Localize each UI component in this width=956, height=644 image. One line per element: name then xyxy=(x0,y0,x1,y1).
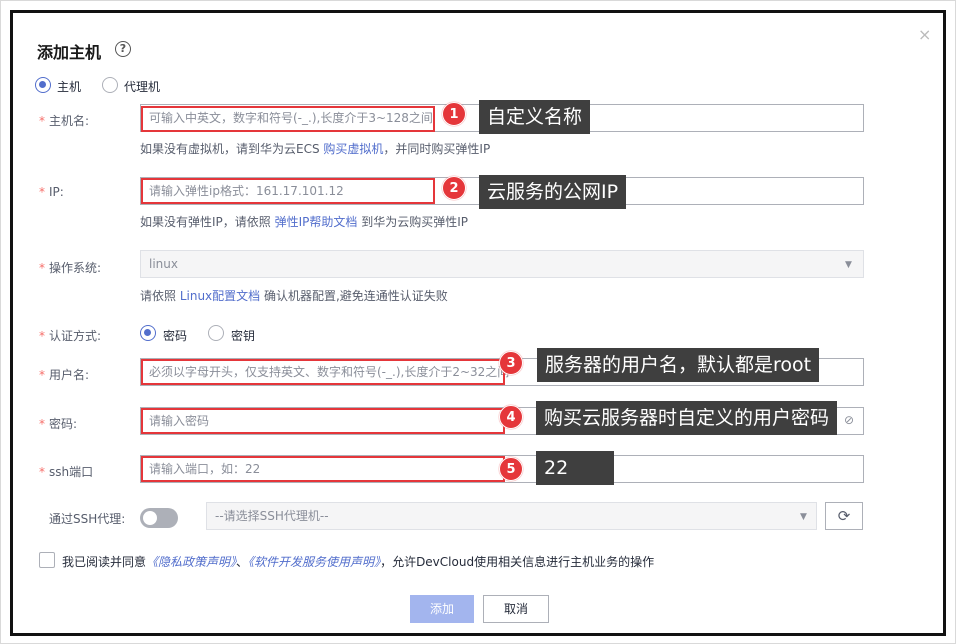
radio-proxy[interactable] xyxy=(102,77,118,93)
question-circle-icon[interactable]: ? xyxy=(115,41,131,57)
required-mark: * xyxy=(39,368,45,382)
ssh-port-label-text: ssh端口 xyxy=(49,465,94,479)
hostname-label: * 主机名: xyxy=(39,112,89,129)
annotation-box-1 xyxy=(141,106,435,132)
os-label: * 操作系统: xyxy=(39,259,101,276)
ip-hint-prefix: 如果没有弹性IP，请依照 xyxy=(140,215,275,229)
hostname-hint-prefix: 如果没有虚拟机，请到华为云ECS xyxy=(140,142,324,156)
os-hint-suffix: 确认机器配置,避免连通性认证失败 xyxy=(260,289,448,303)
ssh-proxy-label: 通过SSH代理: xyxy=(49,512,126,526)
required-mark: * xyxy=(39,185,45,199)
os-select-value: linux xyxy=(149,257,178,271)
radio-proxy-label: 代理机 xyxy=(124,80,161,94)
annotation-box-4 xyxy=(141,408,505,434)
annotation-callout-5: 22 xyxy=(536,451,615,485)
password-label-text: 密码: xyxy=(49,417,78,431)
agreement-text: 我已阅读并同意《隐私政策声明》、《软件开发服务使用声明》，允许DevCloud使… xyxy=(62,553,654,570)
hostname-hint: 如果没有虚拟机，请到华为云ECS 购买虚拟机，并同时购买弹性IP xyxy=(140,140,490,157)
ssh-proxy-toggle[interactable] xyxy=(140,508,178,528)
chevron-down-icon: ▼ xyxy=(800,512,807,522)
annotation-callout-3: 服务器的用户名，默认都是root xyxy=(537,348,820,382)
eye-off-icon[interactable]: ⊘ xyxy=(844,413,854,427)
ssh-proxy-select-placeholder: --请选择SSH代理机-- xyxy=(215,509,329,523)
ip-label: * IP: xyxy=(39,185,64,199)
required-mark: * xyxy=(39,261,45,275)
chevron-down-icon: ▼ xyxy=(845,260,852,270)
ip-hint-suffix: 到华为云购买弹性IP xyxy=(357,215,468,229)
radio-auth-password-label: 密码 xyxy=(163,329,188,343)
ssh-port-label: * ssh端口 xyxy=(39,463,93,480)
annotation-badge-1: 1 xyxy=(442,102,466,126)
agreement-prefix: 我已阅读并同意 xyxy=(62,555,147,569)
hostname-label-text: 主机名: xyxy=(49,114,90,128)
auth-label-text: 认证方式: xyxy=(49,329,102,343)
annotation-badge-3: 3 xyxy=(499,351,523,375)
username-label: * 用户名: xyxy=(39,366,89,383)
privacy-policy-link[interactable]: 《隐私政策声明》 xyxy=(146,555,236,569)
buy-vm-link[interactable]: 购买虚拟机 xyxy=(323,142,383,156)
radio-host-label: 主机 xyxy=(57,80,82,94)
annotation-badge-5: 5 xyxy=(499,457,523,481)
required-mark: * xyxy=(39,329,45,343)
annotation-box-3 xyxy=(141,359,505,385)
ip-label-text: IP: xyxy=(49,185,64,199)
annotation-callout-2: 云服务的公网IP xyxy=(479,175,627,209)
linux-config-link[interactable]: Linux配置文档 xyxy=(180,289,260,303)
os-select: linux xyxy=(140,250,864,278)
os-hint-prefix: 请依照 xyxy=(140,289,180,303)
annotation-badge-2: 2 xyxy=(442,176,466,200)
radio-auth-key-label: 密钥 xyxy=(231,329,256,343)
cancel-button[interactable]: 取消 xyxy=(483,595,549,623)
eip-help-link[interactable]: 弹性IP帮助文档 xyxy=(275,215,358,229)
required-mark: * xyxy=(39,465,45,479)
close-icon[interactable]: × xyxy=(918,25,931,44)
password-label: * 密码: xyxy=(39,415,77,432)
agreement-checkbox[interactable] xyxy=(39,552,55,568)
ip-hint: 如果没有弹性IP，请依照 弹性IP帮助文档 到华为云购买弹性IP xyxy=(140,213,468,230)
dialog-title: 添加主机 xyxy=(37,43,102,62)
username-label-text: 用户名: xyxy=(49,368,90,382)
agreement-suffix: ，允许DevCloud使用相关信息进行主机业务的操作 xyxy=(380,555,655,569)
annotation-callout-4: 购买云服务器时自定义的用户密码 xyxy=(536,401,838,435)
radio-auth-key[interactable] xyxy=(208,325,224,341)
annotation-badge-4: 4 xyxy=(499,405,523,429)
auth-label: * 认证方式: xyxy=(39,327,101,344)
os-hint: 请依照 Linux配置文档 确认机器配置,避免连通性认证失败 xyxy=(140,287,448,304)
required-mark: * xyxy=(39,417,45,431)
add-host-dialog: 添加主机 ? × 主机 代理机 * 主机名: 可输入中英文，数字和符号(-_.),… xyxy=(10,10,946,636)
ssh-proxy-select: --请选择SSH代理机-- xyxy=(206,502,817,530)
radio-host[interactable] xyxy=(35,77,51,93)
add-button[interactable]: 添加 xyxy=(410,595,474,623)
agreement-separator: 、 xyxy=(236,555,249,569)
os-label-text: 操作系统: xyxy=(49,261,102,275)
annotation-box-5 xyxy=(141,456,505,482)
refresh-icon[interactable]: ⟳ xyxy=(825,502,863,530)
required-mark: * xyxy=(39,114,45,128)
annotation-box-2 xyxy=(141,178,435,204)
annotation-callout-1: 自定义名称 xyxy=(479,100,591,134)
service-statement-link[interactable]: 《软件开发服务使用声明》 xyxy=(248,555,380,569)
hostname-hint-suffix: ，并同时购买弹性IP xyxy=(383,142,491,156)
radio-auth-password[interactable] xyxy=(140,325,156,341)
